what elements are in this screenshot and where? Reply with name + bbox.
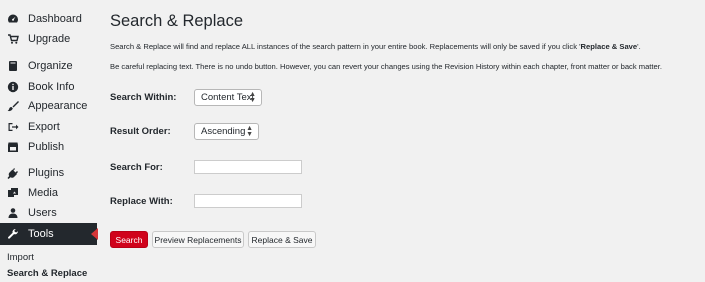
sidebar-item-label: Users bbox=[28, 207, 57, 219]
sidebar-item-label: Dashboard bbox=[28, 13, 82, 25]
store-icon bbox=[7, 141, 19, 153]
description-text-end: '. bbox=[637, 42, 641, 51]
submenu-item-search-replace[interactable]: Search & Replace bbox=[7, 268, 87, 279]
description-undo-warning: Be careful replacing text. There is no u… bbox=[110, 62, 662, 71]
sidebar-item-media[interactable]: Media bbox=[0, 183, 97, 203]
result-order-value: Ascending bbox=[201, 126, 246, 137]
search-within-value: Content Text bbox=[201, 92, 255, 103]
main-content: Search & Replace Search & Replace will f… bbox=[97, 0, 705, 282]
replace-and-save-button[interactable]: Replace & Save bbox=[248, 231, 316, 248]
select-arrows-icon: ▲ ▼ bbox=[249, 91, 256, 104]
sidebar-item-dashboard[interactable]: Dashboard bbox=[0, 9, 97, 29]
sidebar-item-export[interactable]: Export bbox=[0, 117, 97, 137]
sidebar-item-label: Export bbox=[28, 121, 60, 133]
sidebar-item-label: Tools bbox=[28, 228, 54, 240]
search-within-label: Search Within: bbox=[110, 92, 177, 103]
sidebar-item-label: Publish bbox=[28, 141, 65, 153]
sidebar-item-label: Organize bbox=[28, 60, 73, 72]
book-icon bbox=[7, 60, 19, 72]
preview-replacements-button[interactable]: Preview Replacements bbox=[152, 231, 244, 248]
info-icon bbox=[7, 81, 19, 93]
submenu-item-import[interactable]: Import bbox=[7, 252, 34, 263]
users-icon bbox=[7, 207, 19, 219]
export-icon bbox=[7, 121, 19, 133]
sidebar-item-label: Media bbox=[28, 187, 58, 199]
select-arrows-icon: ▲ ▼ bbox=[246, 125, 253, 138]
sidebar-item-users[interactable]: Users bbox=[0, 203, 97, 223]
replace-with-label: Replace With: bbox=[110, 196, 173, 207]
sidebar-item-publish[interactable]: Publish bbox=[0, 137, 97, 157]
sidebar-item-plugins[interactable]: Plugins bbox=[0, 163, 97, 183]
sidebar-item-upgrade[interactable]: Upgrade bbox=[0, 29, 97, 49]
sidebar-item-appearance[interactable]: Appearance bbox=[0, 96, 97, 116]
sidebar-item-label: Book Info bbox=[28, 81, 75, 93]
description-bold-text: Replace & Save bbox=[580, 42, 638, 51]
sidebar-item-organize[interactable]: Organize bbox=[0, 56, 97, 76]
sidebar-item-label: Appearance bbox=[28, 100, 88, 112]
description-text: Search & Replace will find and replace A… bbox=[110, 42, 581, 51]
search-within-select[interactable]: Content Text ▲ ▼ bbox=[194, 89, 262, 106]
paintbrush-icon bbox=[7, 100, 19, 112]
media-icon bbox=[7, 187, 19, 199]
admin-sidebar: Dashboard Upgrade Organize Book Info App… bbox=[0, 0, 98, 282]
sidebar-item-tools[interactable]: Tools bbox=[0, 223, 98, 245]
wrench-icon bbox=[7, 228, 19, 240]
cart-icon bbox=[7, 33, 19, 45]
page-title: Search & Replace bbox=[110, 12, 243, 30]
search-for-input[interactable] bbox=[194, 160, 302, 174]
replace-with-input[interactable] bbox=[194, 194, 302, 208]
dashboard-icon bbox=[7, 13, 19, 25]
search-for-label: Search For: bbox=[110, 162, 163, 173]
sidebar-item-book-info[interactable]: Book Info bbox=[0, 77, 97, 97]
plug-icon bbox=[7, 167, 19, 179]
description-replace-notice: Search & Replace will find and replace A… bbox=[110, 42, 641, 51]
sidebar-item-label: Upgrade bbox=[28, 33, 71, 45]
search-button[interactable]: Search bbox=[110, 231, 148, 248]
sidebar-item-label: Plugins bbox=[28, 167, 65, 179]
result-order-label: Result Order: bbox=[110, 126, 171, 137]
result-order-select[interactable]: Ascending ▲ ▼ bbox=[194, 123, 259, 140]
